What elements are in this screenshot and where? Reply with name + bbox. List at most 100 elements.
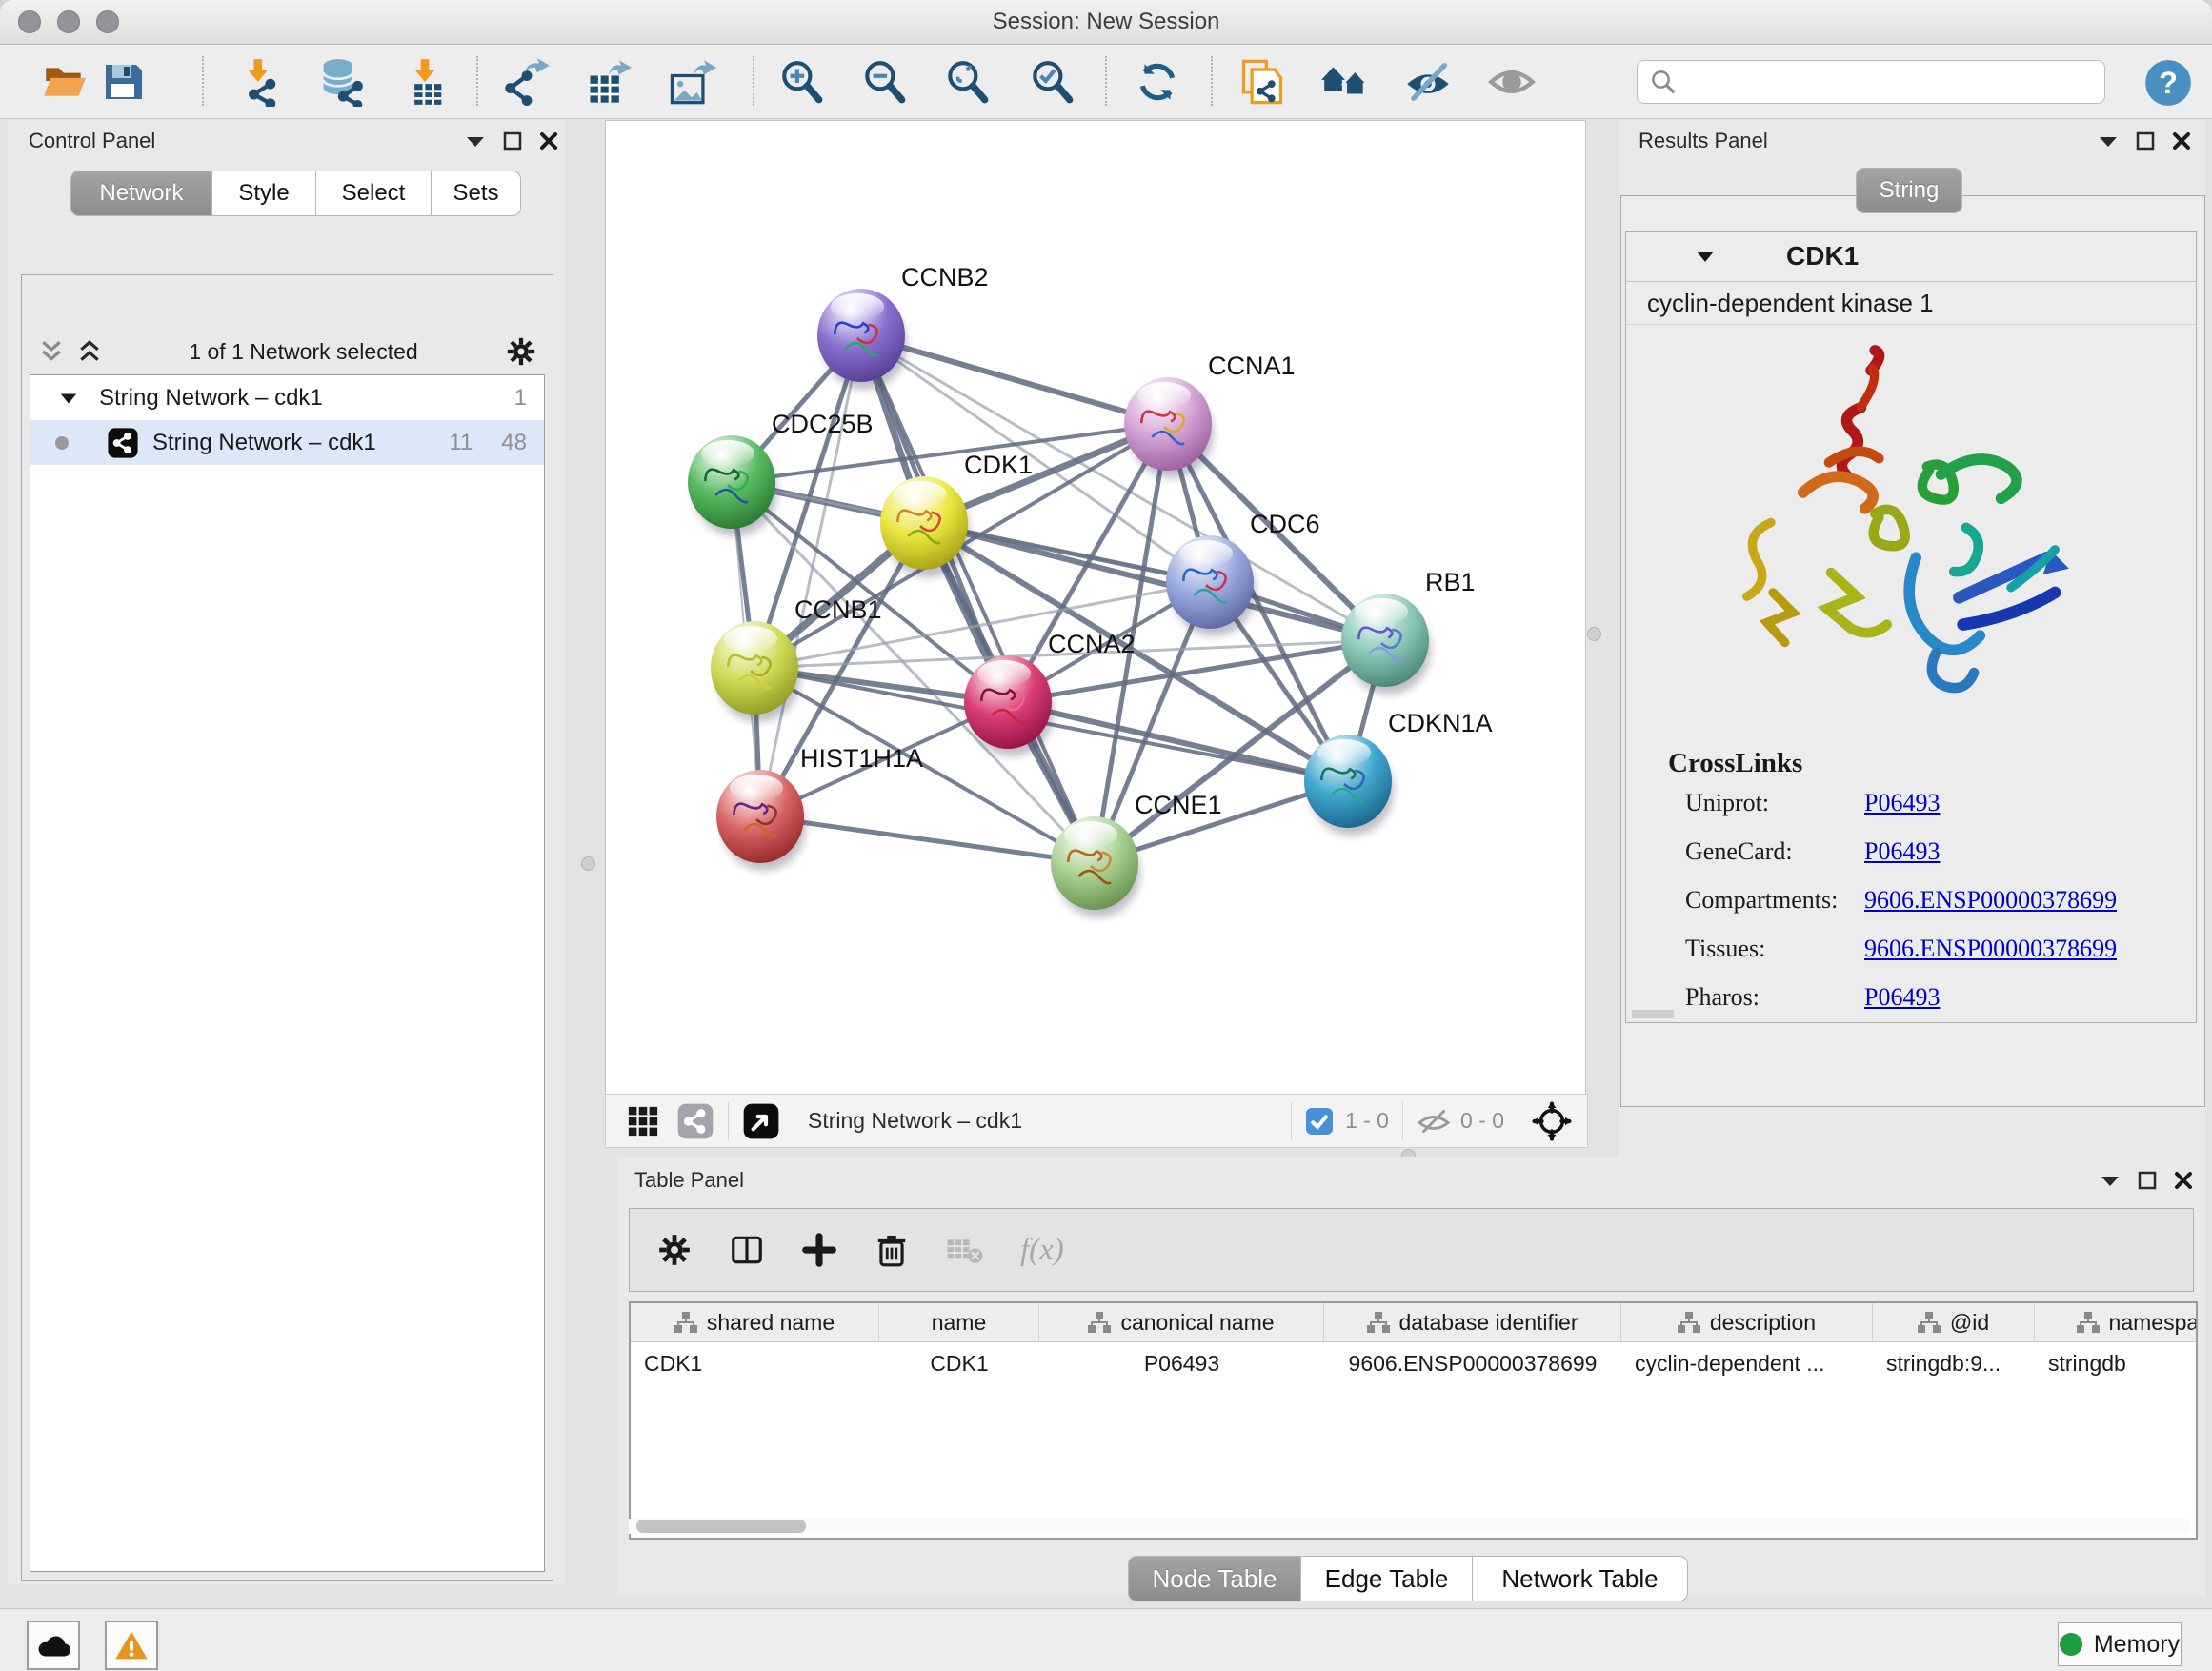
cell-database-identifier[interactable]: 9606.ENSP00000378699 — [1324, 1351, 1621, 1377]
show-hidden-button[interactable] — [1484, 54, 1539, 110]
network-node-hist1h1a[interactable]: HIST1H1A — [716, 744, 923, 871]
table-settings-gear-icon[interactable] — [656, 1232, 693, 1268]
memory-button[interactable]: Memory — [2058, 1622, 2182, 1666]
scrollbar-stub[interactable] — [1632, 1010, 1674, 1018]
network-collection-row[interactable]: String Network – cdk1 1 — [30, 375, 544, 420]
fit-content-crosshair-icon[interactable] — [1532, 1101, 1572, 1141]
grid-view-icon[interactable] — [627, 1105, 659, 1137]
float-panel-icon[interactable] — [2138, 1171, 2157, 1190]
selected-checkbox-icon[interactable] — [1305, 1107, 1334, 1136]
column-header[interactable]: database identifier — [1324, 1303, 1621, 1341]
apply-layout-button[interactable] — [1130, 54, 1185, 110]
crosslink-compartments[interactable]: 9606.ENSP00000378699 — [1864, 886, 2117, 915]
crosslink-genecard[interactable]: P06493 — [1864, 837, 1940, 866]
close-panel-icon[interactable] — [539, 131, 558, 151]
table-row[interactable]: CDK1 CDK1 P06493 9606.ENSP00000378699 cy… — [631, 1342, 2196, 1384]
nav-separator — [1291, 1102, 1292, 1140]
tab-network-table[interactable]: Network Table — [1473, 1556, 1688, 1601]
node-label: CDKN1A — [1388, 709, 1493, 737]
show-columns-icon[interactable] — [729, 1232, 765, 1268]
zoom-selected-button[interactable] — [1024, 54, 1079, 110]
panel-resize-handle[interactable] — [1587, 627, 1601, 641]
float-panel-icon[interactable] — [2136, 131, 2155, 151]
close-panel-icon[interactable] — [2172, 131, 2191, 151]
cell-description[interactable]: cyclin-dependent ... — [1621, 1351, 1873, 1377]
tab-sets[interactable]: Sets — [432, 171, 521, 216]
save-session-button[interactable] — [95, 54, 151, 110]
tab-style[interactable]: Style — [212, 171, 316, 216]
crosslink-tissues[interactable]: 9606.ENSP00000378699 — [1864, 935, 2117, 963]
hide-selected-button[interactable] — [1400, 54, 1456, 110]
cell-id[interactable]: stringdb:9... — [1873, 1351, 2035, 1377]
network-edge[interactable] — [861, 335, 1168, 424]
export-network-button[interactable] — [499, 54, 554, 110]
panel-menu-icon[interactable] — [2100, 1173, 2121, 1188]
clone-network-button[interactable] — [1235, 54, 1290, 110]
birds-eye-view-icon[interactable] — [742, 1102, 780, 1140]
panel-menu-icon[interactable] — [2098, 133, 2119, 149]
network-node-ccnb1[interactable]: CCNB1 — [711, 595, 882, 722]
zoom-out-button[interactable] — [856, 54, 912, 110]
control-panel-title: Control Panel — [29, 129, 155, 153]
gear-icon[interactable] — [505, 335, 537, 368]
export-image-button[interactable] — [664, 54, 719, 110]
import-network-database-button[interactable] — [312, 54, 368, 110]
tab-network[interactable]: Network — [70, 171, 212, 216]
network-node-cdkn1a[interactable]: CDKN1A — [1304, 709, 1493, 836]
open-session-button[interactable] — [37, 54, 92, 110]
network-edge[interactable] — [1008, 702, 1348, 781]
warnings-button[interactable] — [105, 1621, 158, 1670]
network-edge[interactable] — [861, 335, 1095, 863]
panel-resize-handle[interactable] — [581, 856, 595, 871]
expand-all-icon[interactable] — [77, 339, 102, 364]
protein-header-row[interactable]: CDK1 — [1626, 232, 2196, 282]
network-view-canvas[interactable]: CCNB2CCNA1CDC25BCDK1CDC6RB1CCNB1CCNA2CDK… — [605, 120, 1586, 1095]
add-column-plus-icon[interactable] — [801, 1232, 837, 1268]
cell-name[interactable]: CDK1 — [879, 1351, 1039, 1377]
crosslink-uniprot[interactable]: P06493 — [1864, 789, 1940, 817]
tab-string[interactable]: String — [1856, 168, 1962, 213]
search-input[interactable] — [1685, 64, 2104, 100]
export-table-button[interactable] — [581, 54, 636, 110]
column-header[interactable]: namespace — [2035, 1303, 2198, 1341]
collapse-all-icon[interactable] — [39, 339, 64, 364]
network-node-ccnb2[interactable]: CCNB2 — [817, 263, 989, 390]
show-all-button[interactable] — [1317, 54, 1373, 110]
scrollbar-thumb[interactable] — [636, 1520, 806, 1533]
cell-shared-name[interactable]: CDK1 — [631, 1351, 879, 1377]
tree-expander-icon[interactable] — [59, 391, 78, 406]
column-header[interactable]: name — [879, 1303, 1039, 1341]
node-label: CCNA1 — [1208, 352, 1296, 380]
zoom-in-button[interactable] — [774, 54, 829, 110]
float-panel-icon[interactable] — [503, 131, 522, 151]
network-graph[interactable]: CCNB2CCNA1CDC25BCDK1CDC6RB1CCNB1CCNA2CDK… — [606, 121, 1585, 1094]
tab-select[interactable]: Select — [316, 171, 432, 216]
help-icon: ? — [2143, 58, 2193, 108]
tab-edge-table[interactable]: Edge Table — [1301, 1556, 1473, 1601]
network-node-ccne1[interactable]: CCNE1 — [1051, 791, 1222, 917]
tab-node-table[interactable]: Node Table — [1128, 1556, 1301, 1601]
network-row-selected[interactable]: String Network – cdk1 11 48 — [30, 420, 544, 465]
network-edge[interactable] — [760, 816, 1095, 863]
help-button[interactable]: ? — [2143, 58, 2193, 112]
crosslink-pharos[interactable]: P06493 — [1864, 983, 1940, 1012]
cell-namespace[interactable]: stringdb — [2035, 1351, 2198, 1377]
network-view-icon[interactable] — [676, 1102, 714, 1140]
column-header[interactable]: shared name — [631, 1303, 879, 1341]
import-table-button[interactable] — [397, 54, 452, 110]
network-node-rb1[interactable]: RB1 — [1341, 568, 1476, 695]
delete-column-trash-icon[interactable] — [874, 1232, 910, 1268]
panel-menu-icon[interactable] — [465, 133, 486, 149]
table-horizontal-scrollbar[interactable] — [629, 1519, 2190, 1534]
network-node-ccna1[interactable]: CCNA1 — [1124, 352, 1296, 478]
close-panel-icon[interactable] — [2174, 1171, 2193, 1190]
cell-canonical-name[interactable]: P06493 — [1039, 1351, 1324, 1377]
column-header[interactable]: @id — [1873, 1303, 2035, 1341]
network-node-cdc25b[interactable]: CDC25B — [688, 410, 874, 536]
zoom-fit-button[interactable] — [939, 54, 995, 110]
column-header[interactable]: canonical name — [1039, 1303, 1324, 1341]
collapse-section-icon[interactable] — [1695, 249, 1716, 264]
column-header[interactable]: description — [1621, 1303, 1873, 1341]
import-network-file-button[interactable] — [232, 54, 288, 110]
cloud-status-button[interactable] — [27, 1621, 80, 1670]
